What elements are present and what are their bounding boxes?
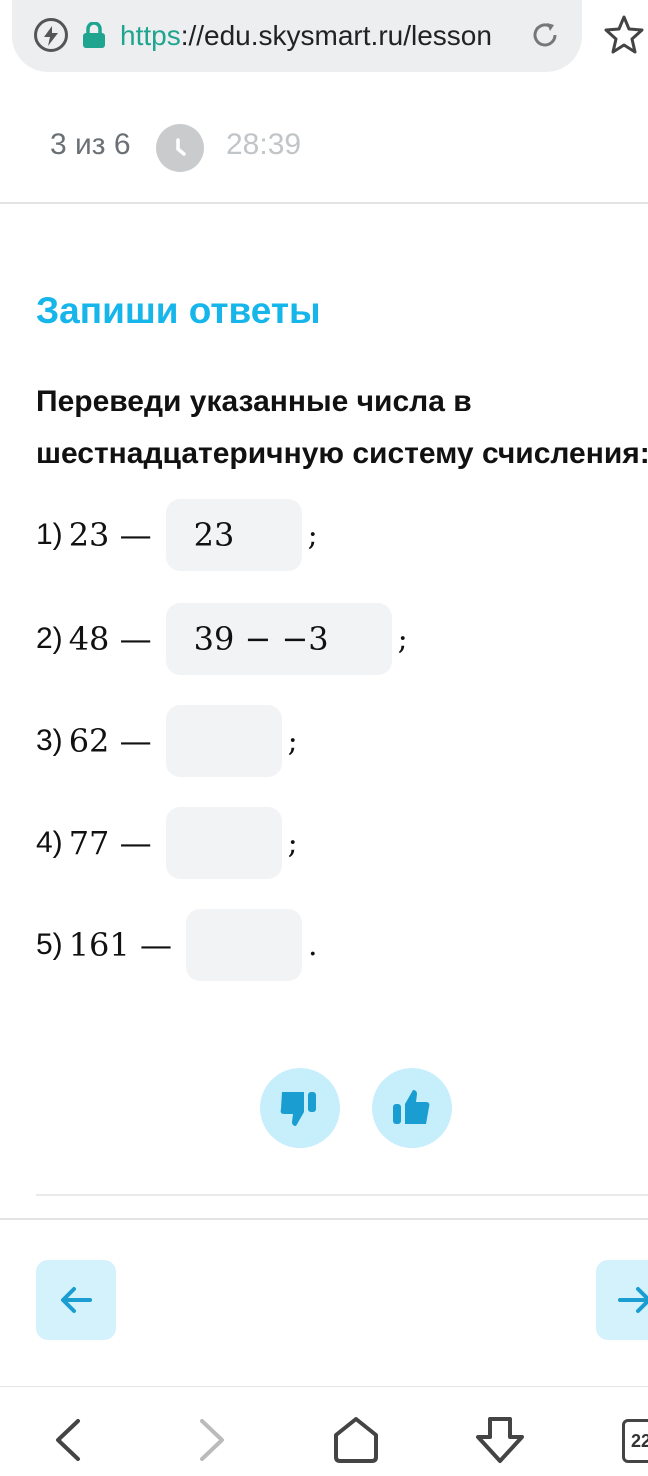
reload-icon[interactable] — [530, 20, 560, 55]
answer-input-4[interactable] — [165, 807, 282, 879]
lock-icon — [82, 21, 106, 53]
tabs-counter[interactable]: 22 — [622, 1419, 648, 1463]
download-icon[interactable] — [474, 1415, 526, 1470]
divider — [0, 202, 648, 204]
like-button[interactable] — [372, 1068, 452, 1148]
next-button[interactable] — [596, 1260, 648, 1340]
answer-row-5: 5) 161 — . — [36, 908, 317, 982]
home-icon[interactable] — [332, 1415, 380, 1470]
prev-button[interactable] — [36, 1260, 116, 1340]
url-text[interactable]: https://edu.skysmart.ru/lesson — [120, 16, 505, 56]
divider — [0, 1218, 648, 1220]
answer-input-2[interactable]: 39 − −3 — [165, 603, 392, 675]
timer: 28:39 — [226, 128, 302, 161]
address-bar[interactable]: https://edu.skysmart.ru/lesson — [12, 0, 582, 72]
clock-icon — [156, 124, 204, 172]
bookmark-star-icon[interactable] — [604, 14, 644, 59]
back-icon[interactable] — [50, 1417, 84, 1468]
answer-row-2: 2) 48 — 39 − −3 ; — [36, 602, 408, 676]
task-instruction: Переведи указанные числа в шестнадцатери… — [36, 385, 648, 470]
answer-row-3: 3) 62 — ; — [36, 704, 298, 778]
lightning-icon[interactable] — [34, 18, 68, 52]
browser-toolbar: 22 — [0, 1386, 648, 1476]
progress-counter: 3 из 6 — [50, 128, 131, 161]
answer-input-3[interactable] — [165, 705, 282, 777]
answer-row-4: 4) 77 — ; — [36, 806, 298, 880]
divider — [36, 1194, 648, 1196]
forward-icon[interactable] — [196, 1417, 230, 1468]
dislike-button[interactable] — [260, 1068, 340, 1148]
answer-input-1[interactable]: 23 — [165, 499, 302, 571]
task-heading: Запиши ответы — [36, 290, 321, 331]
answer-input-5[interactable] — [185, 909, 302, 981]
answer-row-1: 1) 23 — 23 ; — [36, 498, 318, 572]
